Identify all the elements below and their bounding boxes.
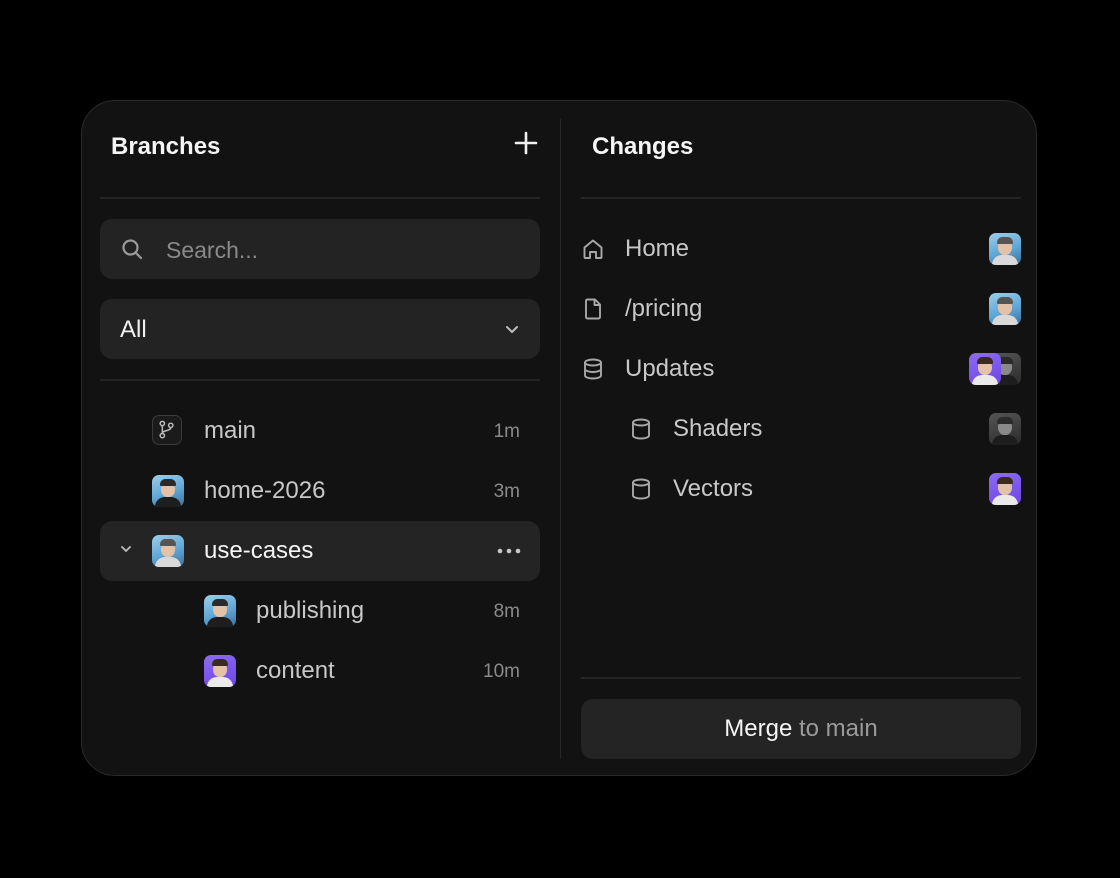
- avatar: [152, 475, 184, 507]
- branch-name: use-cases: [204, 537, 314, 564]
- changes-header: Changes: [581, 127, 1021, 171]
- change-item-pricing[interactable]: /pricing: [581, 279, 1021, 339]
- change-label: Vectors: [673, 475, 754, 502]
- filter-value: All: [120, 316, 147, 343]
- change-label: Updates: [625, 355, 715, 382]
- avatar: [989, 233, 1021, 265]
- branch-item-use-cases[interactable]: use-cases: [100, 521, 540, 581]
- change-label: Shaders: [673, 415, 763, 442]
- branch-item-home-2026[interactable]: home-2026 3m: [100, 461, 540, 521]
- avatar: [204, 655, 236, 687]
- branches-title: Branches: [111, 133, 221, 160]
- branches-header: Branches: [100, 127, 540, 171]
- database-icon: [632, 478, 650, 500]
- branch-time: 1m: [493, 421, 520, 442]
- avatar: [989, 473, 1021, 505]
- divider: [581, 677, 1021, 679]
- branch-name: content: [256, 657, 335, 684]
- filter-select[interactable]: All: [100, 299, 540, 359]
- change-label: /pricing: [625, 295, 703, 322]
- change-item-updates[interactable]: Updates: [581, 339, 1021, 399]
- merge-button[interactable]: Merge to main: [581, 699, 1021, 759]
- avatar: [152, 535, 184, 567]
- divider: [100, 197, 540, 199]
- file-icon: [585, 298, 601, 320]
- merge-action: Merge: [724, 715, 793, 742]
- avatar: [989, 293, 1021, 325]
- changes-column: Changes Home /pricing Updates Shaders Ve…: [581, 101, 1021, 775]
- change-item-vectors[interactable]: Vectors: [581, 459, 1021, 519]
- change-label: Home: [625, 235, 690, 262]
- database-icon: [632, 418, 650, 440]
- branch-name: home-2026: [204, 477, 326, 504]
- branch-time: 3m: [493, 481, 520, 502]
- column-divider: [560, 119, 561, 759]
- branch-icon: [152, 415, 182, 445]
- divider: [581, 197, 1021, 199]
- home-icon: [583, 239, 603, 259]
- branches-column: Branches All: [100, 101, 540, 775]
- branch-item-content[interactable]: content 10m: [100, 641, 540, 701]
- branch-name: publishing: [256, 597, 365, 624]
- search-input[interactable]: [164, 219, 508, 281]
- search-box[interactable]: [100, 219, 540, 281]
- divider: [100, 379, 540, 381]
- branch-time: 10m: [483, 661, 520, 682]
- changes-title: Changes: [592, 133, 694, 160]
- database-icon: [584, 358, 602, 380]
- merge-label: Merge to main: [581, 715, 1021, 743]
- change-item-home[interactable]: Home: [581, 219, 1021, 279]
- plus-icon[interactable]: [512, 129, 540, 157]
- avatar: [969, 353, 1001, 385]
- branch-time: 8m: [493, 601, 520, 622]
- search-icon: [122, 239, 143, 260]
- avatar: [989, 413, 1021, 445]
- branch-name: main: [204, 417, 257, 444]
- merge-target: to main: [799, 715, 878, 742]
- branches-changes-panel: Branches All: [81, 100, 1037, 776]
- branch-item-main[interactable]: main 1m: [100, 401, 540, 461]
- branch-item-publishing[interactable]: publishing 8m: [100, 581, 540, 641]
- avatar: [204, 595, 236, 627]
- chevron-down-icon[interactable]: [118, 541, 134, 557]
- chevron-down-icon: [506, 326, 518, 333]
- change-item-shaders[interactable]: Shaders: [581, 399, 1021, 459]
- more-options-icon[interactable]: [496, 539, 522, 563]
